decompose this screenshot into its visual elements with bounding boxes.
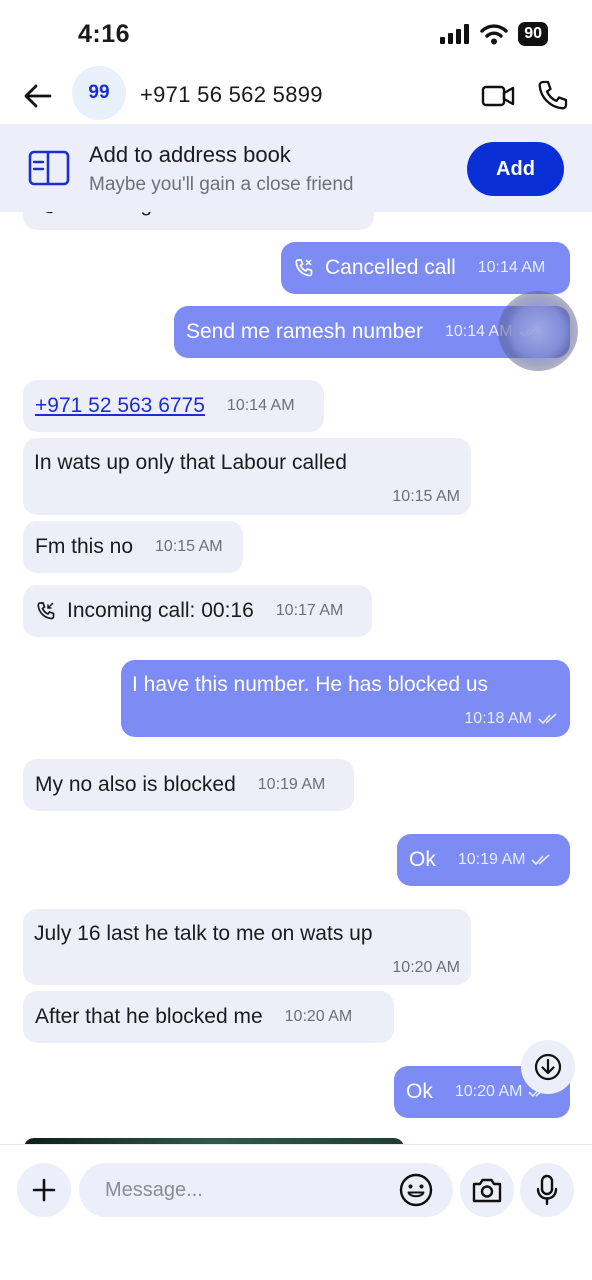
message-bubble-incoming[interactable]: My no also is blocked 10:19 AM [23, 759, 354, 811]
address-book-banner: Add to address book Maybe you'll gain a … [0, 124, 592, 212]
banner-subtitle: Maybe you'll gain a close friend [89, 174, 354, 195]
phone-icon[interactable] [536, 78, 570, 112]
message-text: My no also is blocked [35, 773, 236, 796]
video-camera-icon[interactable] [480, 80, 516, 112]
microphone-icon [536, 1174, 558, 1206]
message-bubble-incoming[interactable]: In wats up only that Labour called 10:15… [23, 438, 471, 515]
battery-indicator: 90 [518, 22, 548, 46]
scroll-down-button[interactable] [521, 1040, 575, 1094]
message-bubble-incoming[interactable]: July 16 last he talk to me on wats up 10… [23, 909, 471, 985]
back-arrow-icon[interactable] [22, 80, 54, 112]
double-check-icon [538, 713, 557, 725]
address-book-icon [28, 150, 70, 186]
message-bubble-incoming[interactable]: After that he blocked me 10:20 AM [23, 991, 394, 1043]
message-time: 10:15 AM [392, 488, 460, 505]
message-text: Fm this no [35, 535, 134, 558]
camera-icon [472, 1178, 502, 1203]
message-time: 10:19 AM [457, 851, 526, 868]
message-bubble-incoming[interactable]: Incoming call: 00:16 10:17 AM [23, 585, 372, 637]
signal-icon [440, 24, 470, 44]
scroll-down-icon [534, 1053, 562, 1081]
message-text: I have this number. He has blocked us [132, 673, 489, 696]
phone-number-link[interactable]: +971 52 563 6775 [35, 393, 205, 419]
contact-name[interactable]: +971 56 562 5899 [140, 82, 323, 108]
status-time: 4:16 [78, 20, 131, 48]
message-bubble-incoming[interactable]: +971 52 563 6775 10:14 AM [23, 380, 324, 432]
message-text: In wats up only that Labour called [34, 451, 347, 474]
call-icon [295, 259, 313, 277]
status-bar: 4:16 90 [0, 0, 592, 66]
message-text: Ok [409, 848, 436, 871]
camera-button[interactable] [460, 1163, 514, 1217]
message-time: 10:14 AM [226, 397, 295, 414]
banner-title: Add to address book [89, 142, 291, 167]
touch-indicator [498, 291, 578, 371]
message-time: 10:14 AM [477, 259, 546, 276]
message-time: 10:18 AM [464, 710, 532, 727]
message-bubble-incoming[interactable]: Fm this no 10:15 AM [23, 521, 243, 573]
message-list[interactable]: Incoming call: 00:16 Cancelled call 10:1… [0, 124, 592, 1144]
message-time: 10:20 AM [392, 959, 460, 976]
message-text: After that he blocked me [35, 1005, 263, 1028]
message-bubble-outgoing[interactable]: Cancelled call 10:14 AM [281, 242, 570, 294]
wifi-icon [480, 24, 508, 45]
message-text: Ok [406, 1080, 433, 1103]
plus-icon [32, 1178, 56, 1202]
message-text: Incoming call: 00:16 [67, 599, 254, 622]
message-time: 10:19 AM [257, 776, 326, 793]
double-check-icon [531, 854, 550, 866]
emoji-icon[interactable] [397, 1171, 435, 1209]
add-contact-button[interactable]: Add [467, 142, 564, 196]
message-time: 10:15 AM [155, 538, 223, 555]
message-composer [0, 1144, 592, 1280]
message-text: July 16 last he talk to me on wats up [34, 922, 373, 945]
message-text: Cancelled call [325, 256, 456, 279]
message-text: Send me ramesh number [186, 320, 423, 343]
message-bubble-outgoing[interactable]: Ok 10:19 AM [397, 834, 570, 886]
avatar[interactable]: 99 [72, 66, 126, 120]
status-icons: 90 [440, 22, 548, 46]
message-time: 10:17 AM [275, 602, 344, 619]
message-bubble-outgoing[interactable]: I have this number. He has blocked us 10… [121, 660, 570, 737]
attach-button[interactable] [17, 1163, 71, 1217]
microphone-button[interactable] [520, 1163, 574, 1217]
message-time: 10:20 AM [284, 1008, 353, 1025]
chat-header: 99 +971 56 562 5899 [0, 66, 592, 124]
incoming-call-icon [37, 602, 55, 620]
message-time: 10:20 AM [454, 1083, 523, 1100]
